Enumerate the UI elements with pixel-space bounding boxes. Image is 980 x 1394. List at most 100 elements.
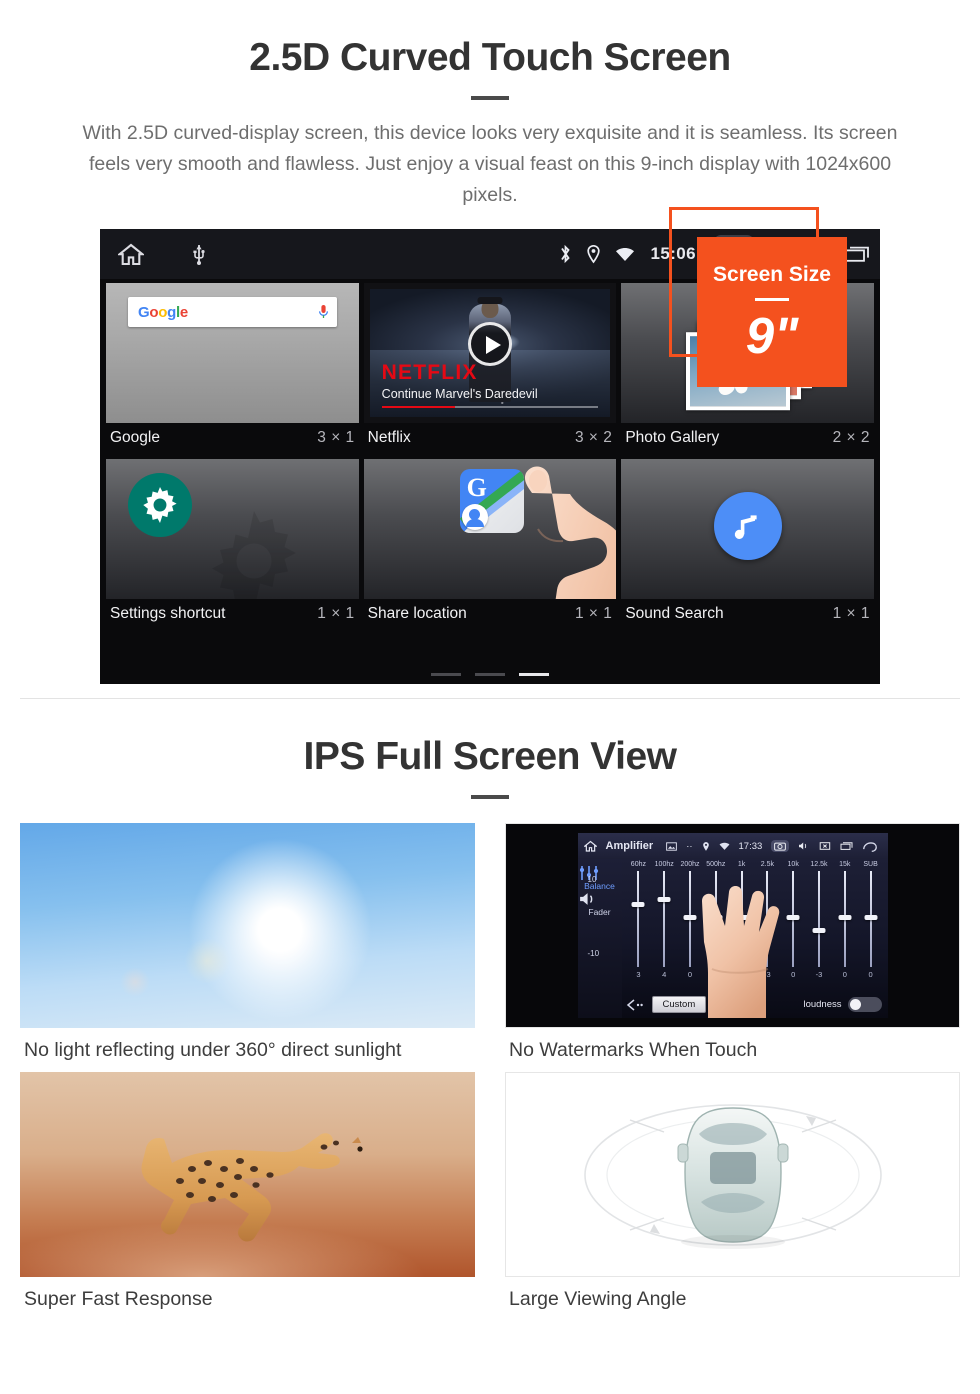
widget-preview xyxy=(106,459,359,599)
gear-icon xyxy=(128,473,192,537)
title-divider xyxy=(471,96,509,100)
location-icon[interactable] xyxy=(586,244,601,264)
card-viewing-angle: Large Viewing Angle xyxy=(505,1072,960,1311)
loudness-label: loudness xyxy=(803,999,842,1010)
camera-icon[interactable] xyxy=(771,840,790,852)
preset-prev-icon[interactable] xyxy=(626,998,644,1011)
search-input[interactable]: Google xyxy=(128,297,337,327)
gear-icon-watermark xyxy=(194,501,314,599)
eq-band-label: 200hz xyxy=(680,861,700,868)
page-title: 2.5D Curved Touch Screen xyxy=(249,36,731,79)
wifi-icon[interactable] xyxy=(719,841,730,851)
preset-button[interactable]: Custom xyxy=(651,996,707,1013)
widget-name: Netflix xyxy=(367,429,411,446)
badge-fill: Screen Size 9" xyxy=(697,237,847,387)
widget-sound-search[interactable]: Sound Search 1 × 1 xyxy=(621,459,875,632)
fader-label[interactable]: Fader xyxy=(578,907,622,917)
amplifier-footer: Custom loudness xyxy=(626,996,882,1013)
eq-band-slider[interactable] xyxy=(806,871,832,967)
widget-size: 2 × 2 xyxy=(832,429,871,446)
page-dot-active[interactable] xyxy=(519,673,549,676)
widget-name: Photo Gallery xyxy=(625,429,720,446)
amplifier-status-bar: Amplifier ·· 17:33 xyxy=(577,833,888,859)
card-media xyxy=(20,1072,475,1277)
android-screenshot: 15:06 Google Google 3 × 1 NETFLIX Contin… xyxy=(100,207,880,684)
eq-band-value: 4 xyxy=(662,970,667,979)
eq-band-label: 1k xyxy=(737,861,746,868)
widget-name: Sound Search xyxy=(625,605,724,622)
widget-google[interactable]: Google Google 3 × 1 xyxy=(106,283,359,456)
page-dot[interactable] xyxy=(431,673,461,676)
widget-name: Settings shortcut xyxy=(110,605,226,622)
section-description: With 2.5D curved-display screen, this de… xyxy=(82,122,898,206)
eq-scale-max: 10 xyxy=(587,875,597,884)
card-label: Large Viewing Angle xyxy=(509,1288,687,1310)
eq-band-label: 500hz xyxy=(706,861,726,868)
eq-band-slider[interactable] xyxy=(651,871,677,967)
eq-band-value: -3 xyxy=(815,970,823,979)
widget-share-location[interactable]: G Share location 1 × 1 xyxy=(363,459,617,632)
card-label: No Watermarks When Touch xyxy=(509,1039,758,1061)
widget-netflix[interactable]: NETFLIX Continue Marvel's Daredevil Netf… xyxy=(363,283,617,456)
eq-scale: 10 -10 xyxy=(587,875,600,958)
recents-icon[interactable] xyxy=(840,841,853,851)
widget-preview: NETFLIX Continue Marvel's Daredevil xyxy=(363,283,617,423)
gallery-icon[interactable] xyxy=(666,841,678,851)
eq-band-label: 12.5k xyxy=(810,861,828,868)
back-arrow-icon[interactable] xyxy=(862,841,878,852)
card-media xyxy=(20,823,475,1028)
music-note-icon xyxy=(713,492,782,561)
speaker-icon[interactable] xyxy=(578,891,622,907)
card-sunlight: No light reflecting under 360° direct su… xyxy=(20,823,475,1062)
curved-touch-screen-section: 2.5D Curved Touch Screen With 2.5D curve… xyxy=(0,0,980,699)
widget-preview: G xyxy=(363,459,617,599)
balance-label[interactable]: Balance xyxy=(578,881,622,891)
widget-size: 1 × 1 xyxy=(574,605,613,622)
amplifier-sidebar: Balance Fader xyxy=(577,859,622,1018)
microphone-icon[interactable] xyxy=(318,304,329,320)
play-button[interactable] xyxy=(468,322,512,367)
amplifier-title: Amplifier xyxy=(605,840,654,852)
usb-icon[interactable] xyxy=(192,243,206,265)
amplifier-screen: Amplifier ·· 17:33 Balance Fader 10 -10 … xyxy=(577,833,888,1018)
bluetooth-icon[interactable] xyxy=(559,244,572,264)
netflix-brand: NETFLIX xyxy=(381,361,478,384)
eq-band-slider[interactable] xyxy=(858,871,884,967)
section-title: IPS Full Screen View xyxy=(303,735,677,778)
badge-value: 9" xyxy=(745,307,799,364)
dots-icon[interactable]: ·· xyxy=(686,841,692,852)
location-icon[interactable] xyxy=(702,841,710,852)
card-label: Super Fast Response xyxy=(24,1288,213,1310)
widget-name: Share location xyxy=(367,605,467,622)
card-row-2: Super Fast Response Large Viewing Angle xyxy=(20,1072,960,1311)
widget-settings-shortcut[interactable]: Settings shortcut 1 × 1 xyxy=(106,459,359,632)
eq-band-label: SUB xyxy=(863,861,878,868)
page-indicator[interactable] xyxy=(100,673,880,676)
feature-card-grid: No light reflecting under 360° direct su… xyxy=(20,823,960,1311)
wifi-icon[interactable] xyxy=(615,245,635,263)
sliders-icon[interactable] xyxy=(578,865,622,881)
widget-size: 3 × 2 xyxy=(574,429,613,446)
eq-band-label: 10k xyxy=(787,861,799,868)
eq-band-value: 0 xyxy=(868,970,873,979)
widget-name: Google xyxy=(110,429,160,446)
eq-scale-min: -10 xyxy=(587,949,600,958)
close-box-icon[interactable] xyxy=(819,841,831,851)
volume-icon[interactable] xyxy=(798,841,810,851)
widget-size: 3 × 1 xyxy=(317,429,355,446)
eq-band-label: 2.5k xyxy=(760,861,774,868)
eq-band-label: 60hz xyxy=(630,861,646,868)
eq-band-slider[interactable] xyxy=(626,871,652,967)
screen-size-badge: Screen Size 9" xyxy=(665,207,880,387)
widget-size: 1 × 1 xyxy=(317,605,355,622)
netflix-artwork: NETFLIX Continue Marvel's Daredevil xyxy=(369,289,611,417)
loudness-toggle[interactable] xyxy=(847,997,882,1012)
home-icon[interactable] xyxy=(118,242,144,266)
page-dot[interactable] xyxy=(475,673,505,676)
google-maps-icon: G xyxy=(459,469,524,533)
netflix-subtitle: Continue Marvel's Daredevil xyxy=(381,387,538,401)
home-icon[interactable] xyxy=(583,840,597,852)
ips-full-screen-view-section: IPS Full Screen View No light reflecting… xyxy=(0,699,980,1311)
card-media: Amplifier ·· 17:33 Balance Fader 10 -10 … xyxy=(505,823,960,1028)
eq-band-slider[interactable] xyxy=(832,871,858,967)
